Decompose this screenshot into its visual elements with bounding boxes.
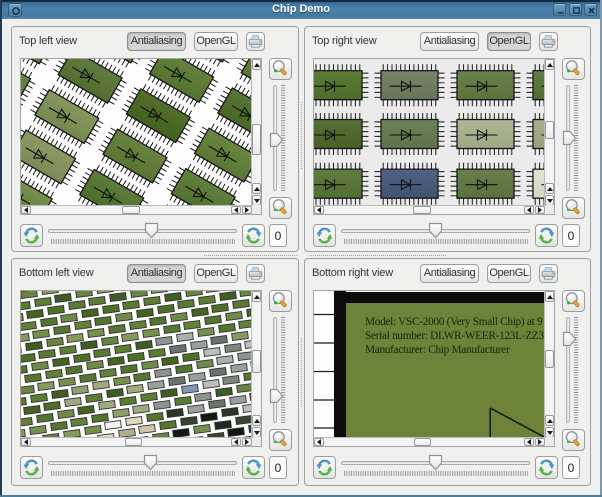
svg-text:Serial number: DLWR-WEER-123L-: Serial number: DLWR-WEER-123L-ZZ33-SD	[365, 330, 546, 342]
svg-text:Model: VSC-2000 (Very Small Ch: Model: VSC-2000 (Very Small Chip) at 9	[365, 316, 543, 328]
svg-text:Manufacturer: Chip Manufacture: Manufacturer: Chip Manufacturer	[365, 344, 510, 356]
